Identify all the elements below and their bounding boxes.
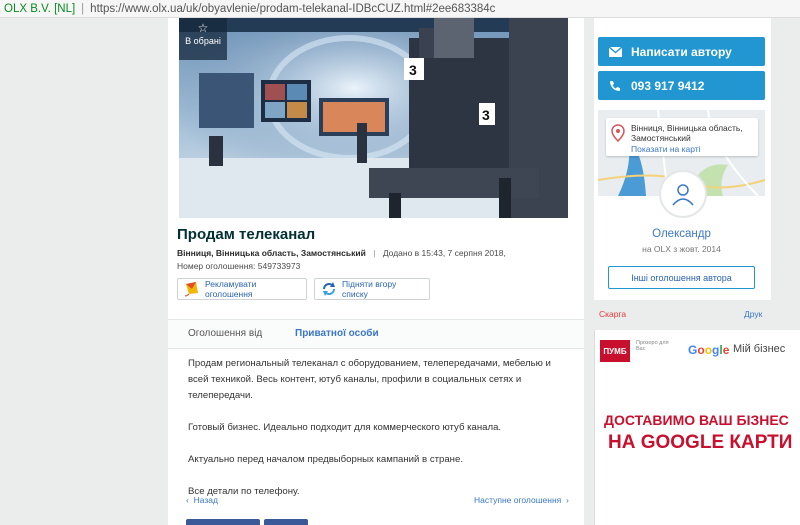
description-paragraph: Готовый бизнес. Идеально подходит для ко… xyxy=(188,422,502,433)
listing-ad-number: Номер оголошення: 549733973 xyxy=(177,261,301,271)
phone-number: 093 917 9412 xyxy=(631,78,705,93)
user-icon xyxy=(672,184,694,206)
listing-location: Вінниця, Вінницька область, Замостянськи… xyxy=(177,248,366,258)
share-facebook-button[interactable] xyxy=(186,519,260,525)
raise-ad-label: Підняти вгору списку xyxy=(342,279,397,299)
seller-type-label: Оголошення від xyxy=(188,328,263,339)
site-certificate-label[interactable]: OLX B.V. [NL] xyxy=(4,3,75,15)
raise-ad-button[interactable]: Підняти вгору списку xyxy=(314,278,430,300)
svg-text:3: 3 xyxy=(482,107,490,123)
add-to-favorites-button[interactable]: ☆ В обрані xyxy=(179,18,227,60)
address-bar[interactable]: OLX B.V. [NL] | https://www.olx.ua/uk/ob… xyxy=(0,0,800,18)
back-link[interactable]: ‹ Назад xyxy=(186,495,218,505)
promote-ad-button[interactable]: Рекламувати оголошення xyxy=(177,278,307,300)
star-icon: ☆ xyxy=(197,21,209,35)
map-location-box: Вінниця, Вінницька область, Замостянськи… xyxy=(606,118,758,156)
seller-since: на OLX з жовт. 2014 xyxy=(642,244,721,254)
show-on-map-link[interactable]: Показати на карті xyxy=(631,144,701,154)
favorite-label: В обрані xyxy=(185,36,221,46)
next-ad-link[interactable]: Наступне оголошення › xyxy=(474,495,569,505)
complain-link[interactable]: Скарга xyxy=(599,309,626,319)
ad-headline-1: ДОСТАВИМО ВАШ БІЗНЕС xyxy=(604,412,789,428)
listing-photo[interactable]: 3 3 ☆ В обрані xyxy=(179,18,568,218)
seller-type-bar: Оголошення від Приватної особи xyxy=(168,319,584,349)
envelope-icon xyxy=(608,46,622,57)
ad-headline-2: НА GOOGLE КАРТИ xyxy=(608,432,793,453)
description-paragraph: Актуально перед началом предвыборных кам… xyxy=(188,454,463,465)
next-ad-label: Наступне оголошення xyxy=(474,495,562,505)
address-separator: | xyxy=(81,2,85,15)
chevron-left-icon: ‹ xyxy=(186,495,189,505)
other-ads-button[interactable]: Інші оголошення автора xyxy=(608,266,755,289)
description-paragraph: Продам региональный телеканал с оборудов… xyxy=(188,358,551,401)
back-label: Назад xyxy=(193,495,218,505)
message-author-label: Написати автору xyxy=(631,44,732,59)
tv-studio-photo: 3 3 xyxy=(179,18,568,218)
ad-my-business: Мій бізнес xyxy=(733,343,786,355)
seller-type-value[interactable]: Приватної особи xyxy=(295,328,379,339)
listing-description: Продам региональный телеканал с оборудов… xyxy=(188,356,568,516)
show-phone-button[interactable]: 093 917 9412 xyxy=(598,71,765,100)
refresh-icon xyxy=(321,281,337,297)
share-secondary-button[interactable] xyxy=(264,519,308,525)
url-text[interactable]: https://www.olx.ua/uk/obyavlenie/prodam-… xyxy=(90,3,495,15)
phone-icon xyxy=(608,80,622,92)
listing-meta: Вінниця, Вінницька область, Замостянськи… xyxy=(177,248,506,258)
message-author-button[interactable]: Написати автору xyxy=(598,37,765,66)
seller-name[interactable]: Олександр xyxy=(598,228,765,240)
listing-title: Продам телеканал xyxy=(177,226,316,243)
print-link[interactable]: Друк xyxy=(744,309,762,319)
meta-separator: | xyxy=(373,248,376,258)
avatar[interactable] xyxy=(659,170,707,218)
map-location-text: Вінниця, Вінницька область, Замостянськи… xyxy=(631,123,743,143)
chevron-right-icon: › xyxy=(565,495,569,505)
google-logo: Google xyxy=(688,343,730,357)
listing-added-date: Додано в 15:43, 7 серпня 2018, xyxy=(382,248,506,258)
bank-logo: ПУМБ xyxy=(600,340,630,362)
bank-slogan: Прозоро для Вас xyxy=(636,340,669,352)
map-pin-icon xyxy=(611,124,625,143)
promote-ad-label: Рекламувати оголошення xyxy=(205,279,257,299)
kite-icon xyxy=(184,281,200,297)
svg-text:3: 3 xyxy=(409,62,417,78)
